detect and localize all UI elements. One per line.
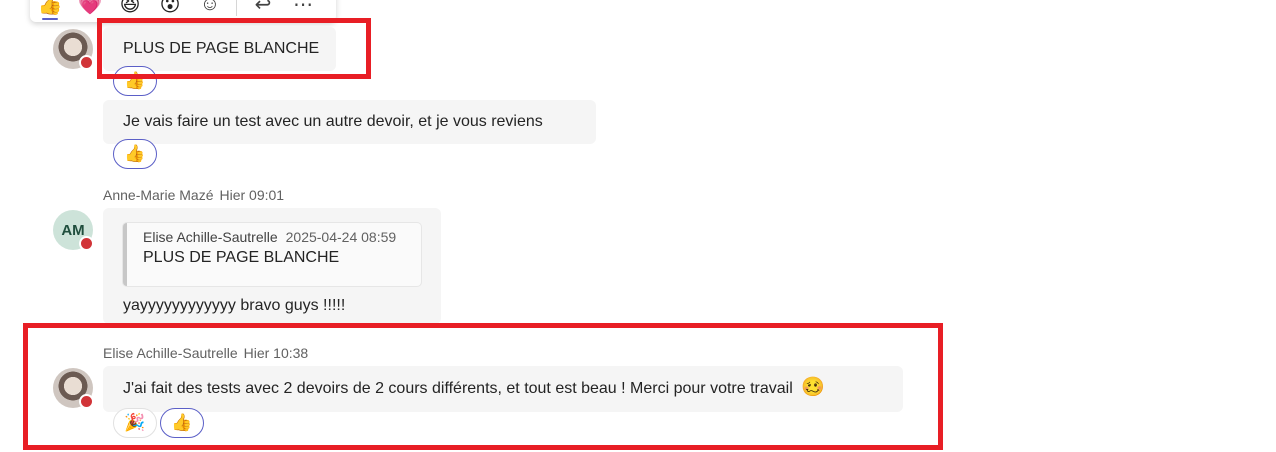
more-icon: ⋯ — [293, 0, 313, 16]
highlight-box — [23, 323, 943, 450]
author-name[interactable]: Anne-Marie Mazé — [103, 187, 214, 203]
avatar-initials: AM — [61, 221, 85, 239]
message-header: Anne-Marie Mazé Hier 09:01 — [103, 187, 284, 203]
reaction-thumbs-up[interactable]: 👍 — [113, 139, 157, 169]
laughing-icon: 😆 — [119, 0, 141, 16]
message-text: Je vais faire un test avec un autre devo… — [123, 113, 543, 130]
heart-icon: 💗 — [77, 0, 103, 16]
thumbs-up-reaction-button[interactable]: 👍 — [30, 0, 70, 22]
reply-icon: ↩ — [254, 0, 272, 16]
add-reaction-icon: ☺ — [199, 0, 221, 15]
message-text: yayyyyyyyyyyyy bravo guys !!!!! — [123, 297, 346, 314]
toolbar-divider — [236, 0, 237, 16]
quote-timestamp: 2025-04-24 08:59 — [285, 229, 397, 245]
message-bubble[interactable]: Je vais faire un test avec un autre devo… — [103, 100, 596, 144]
thumbs-up-icon: 👍 — [124, 144, 146, 163]
quote-text: PLUS DE PAGE BLANCHE — [143, 249, 340, 266]
surprised-icon: 😮 — [159, 0, 181, 16]
quote-header: Elise Achille-Sautrelle 2025-04-24 08:59 — [143, 229, 411, 245]
status-busy-icon — [79, 236, 94, 251]
thumbs-up-icon: 👍 — [37, 0, 63, 16]
quoted-message[interactable]: Elise Achille-Sautrelle 2025-04-24 08:59 … — [123, 223, 421, 286]
selected-indicator — [42, 18, 58, 20]
status-busy-icon — [79, 55, 94, 70]
timestamp: Hier 09:01 — [219, 187, 285, 203]
quote-author: Elise Achille-Sautrelle — [143, 229, 278, 245]
highlight-box — [97, 18, 371, 79]
